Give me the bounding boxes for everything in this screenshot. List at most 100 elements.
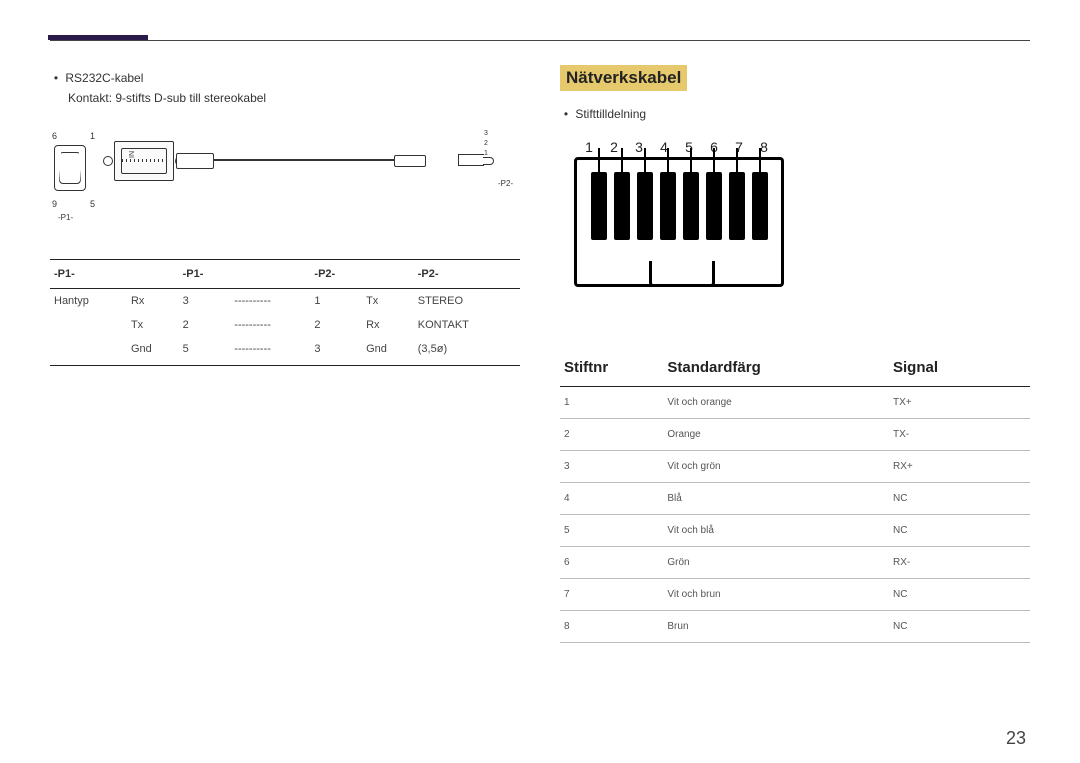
table-header-row: -P1- -P1- -P2- -P2- xyxy=(50,260,520,289)
in-label: IN xyxy=(129,151,136,158)
cell: 6 xyxy=(560,547,663,579)
table-row: Gnd 5 ---------- 3 Gnd (3,5ø) xyxy=(50,337,520,366)
cell: NC xyxy=(889,611,1030,643)
table-row: 4 Blå NC xyxy=(560,483,1030,515)
table-header-row: Stiftnr Standardfärg Signal xyxy=(560,349,1030,387)
rj-num: 1 xyxy=(580,139,598,155)
table-row: Tx 2 ---------- 2 Rx KONTAKT xyxy=(50,313,520,337)
stereo-jack-icon xyxy=(458,154,484,166)
cell: 7 xyxy=(560,579,663,611)
cell: 5 xyxy=(560,515,663,547)
rs232c-pin-table: -P1- -P1- -P2- -P2- Hantyp Rx 3 ----- xyxy=(50,259,520,366)
p2-label-jack: -P2- xyxy=(498,179,513,188)
cell: Hantyp xyxy=(50,289,127,314)
header-rule xyxy=(50,40,1030,41)
cell: RX- xyxy=(889,547,1030,579)
table-row: 7 Vit och brun NC xyxy=(560,579,1030,611)
bullet-dot: • xyxy=(560,107,572,121)
col-p2b: -P2- xyxy=(414,260,520,289)
cell: 2 xyxy=(179,313,231,337)
pin-assignment-bullet: • Stifttilldelning xyxy=(560,107,1030,121)
col-p1b: -P1- xyxy=(179,260,231,289)
rj45-contact-icon xyxy=(752,172,768,240)
cell: Vit och orange xyxy=(663,387,889,419)
rj45-contact-icon xyxy=(660,172,676,240)
cell: 3 xyxy=(310,337,362,366)
rj45-contact-icon xyxy=(614,172,630,240)
table-row: 3 Vit och grön RX+ xyxy=(560,451,1030,483)
cell: NC xyxy=(889,579,1030,611)
cell: Brun xyxy=(663,611,889,643)
dsub-front-icon xyxy=(54,145,86,191)
table-row: 5 Vit och blå NC xyxy=(560,515,1030,547)
col-pin-nr: Stiftnr xyxy=(560,349,663,387)
table-row: 8 Brun NC xyxy=(560,611,1030,643)
cell: STEREO xyxy=(414,289,520,314)
rj45-connector-icon xyxy=(574,157,784,287)
rj45-latch-icon xyxy=(649,261,715,287)
cell: 1 xyxy=(310,289,362,314)
rj45-contact-icon xyxy=(683,172,699,240)
jack-pin-labels: 3 2 1 xyxy=(484,129,488,159)
rj45-diagram: 1 2 3 4 5 6 7 8 xyxy=(574,139,784,309)
jack-pin-1: 1 xyxy=(484,149,488,159)
rj45-contact-icon xyxy=(706,172,722,240)
col-blank3 xyxy=(362,260,414,289)
right-column: Nätverkskabel • Stifttilldelning 1 2 3 4… xyxy=(560,65,1030,643)
table-row: Hantyp Rx 3 ---------- 1 Tx STEREO xyxy=(50,289,520,314)
pin-label-6: 6 xyxy=(52,131,57,141)
cell: ---------- xyxy=(230,337,310,366)
cell: Gnd xyxy=(127,337,179,366)
cell: NC xyxy=(889,515,1030,547)
cell: 5 xyxy=(179,337,231,366)
cell: Rx xyxy=(127,289,179,314)
left-column: • RS232C-kabel Kontakt: 9-stifts D-sub t… xyxy=(50,65,520,643)
cell: 2 xyxy=(560,419,663,451)
p1-label-front: -P1- xyxy=(58,213,73,222)
cell: TX+ xyxy=(889,387,1030,419)
rj45-contact-icon xyxy=(729,172,745,240)
cell: 2 xyxy=(310,313,362,337)
dsub-screw-left-icon xyxy=(103,156,113,166)
cell: Blå xyxy=(663,483,889,515)
cell: Gnd xyxy=(362,337,414,366)
cell: 4 xyxy=(560,483,663,515)
col-p1a: -P1- xyxy=(50,260,127,289)
cable-diagram: 6 1 9 5 -P1- IN 3 2 1 xyxy=(54,123,520,253)
table-row: 1 Vit och orange TX+ xyxy=(560,387,1030,419)
cell xyxy=(50,337,127,366)
col-blank2 xyxy=(230,260,310,289)
cell: ---------- xyxy=(230,289,310,314)
cell: 3 xyxy=(179,289,231,314)
cell: Grön xyxy=(663,547,889,579)
col-blank1 xyxy=(127,260,179,289)
cell: Tx xyxy=(127,313,179,337)
cell: NC xyxy=(889,483,1030,515)
rs232c-bullet-text: RS232C-kabel xyxy=(65,71,143,85)
bullet-dot: • xyxy=(50,71,62,85)
rj-num: 5 xyxy=(680,139,698,155)
cell: 8 xyxy=(560,611,663,643)
section-title-network-cable: Nätverkskabel xyxy=(560,65,687,91)
col-p2a: -P2- xyxy=(310,260,362,289)
page-number: 23 xyxy=(1006,728,1026,749)
rs232c-bullet: • RS232C-kabel xyxy=(50,71,520,85)
jack-pin-2: 2 xyxy=(484,139,488,149)
cell: Vit och blå xyxy=(663,515,889,547)
cell: 3 xyxy=(560,451,663,483)
pin-label-5: 5 xyxy=(90,199,95,209)
network-pin-table: Stiftnr Standardfärg Signal 1 Vit och or… xyxy=(560,349,1030,643)
cell: Orange xyxy=(663,419,889,451)
cell: Tx xyxy=(362,289,414,314)
col-color: Standardfärg xyxy=(663,349,889,387)
cell xyxy=(50,313,127,337)
rj-num: 4 xyxy=(655,139,673,155)
rj45-pin-numbers: 1 2 3 4 5 6 7 8 xyxy=(580,139,784,155)
cell: Vit och brun xyxy=(663,579,889,611)
table-row: 2 Orange TX- xyxy=(560,419,1030,451)
pin-label-1: 1 xyxy=(90,131,95,141)
pin-assignment-text: Stifttilldelning xyxy=(575,107,646,121)
cable-line-icon xyxy=(176,159,426,161)
rs232c-subtext: Kontakt: 9-stifts D-sub till stereokabel xyxy=(68,91,520,105)
cell: RX+ xyxy=(889,451,1030,483)
